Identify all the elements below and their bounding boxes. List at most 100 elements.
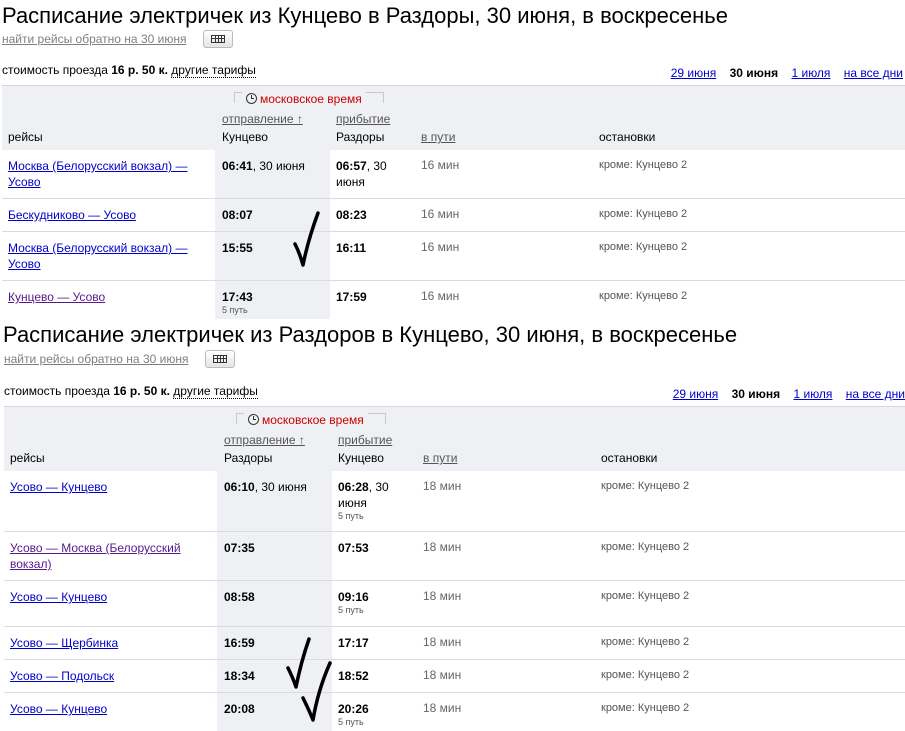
stops-info: кроме: Кунцево 2 <box>599 159 688 171</box>
route-link[interactable]: Кунцево — Усово <box>8 289 213 305</box>
clock-icon <box>246 93 257 104</box>
stops-info: кроме: Кунцево 2 <box>601 541 690 553</box>
table-header: московское время отправление ↑ прибытие … <box>4 406 905 471</box>
fare-label: стоимость проезда <box>4 384 114 398</box>
table-row: Бескудниково — Усово 08:07 08:23 16 мин … <box>2 199 905 232</box>
arrival-cell: 17:59 <box>336 290 367 304</box>
stops-info: кроме: Кунцево 2 <box>601 590 690 602</box>
table-row: Усово — Кунцево 20:08 20:26 5 путь 18 мин… <box>4 693 905 731</box>
platform-label: 5 путь <box>338 511 364 521</box>
departure-station-header: Кунцево <box>222 130 268 144</box>
fare-info: стоимость проезда 16 р. 50 к. другие тар… <box>4 384 258 399</box>
route-link[interactable]: Усово — Щербинка <box>10 635 215 651</box>
arrival-cell: 06:57, 30 июня <box>336 159 387 189</box>
arrival-cell: 06:28, 30 июня 5 путь <box>338 479 418 521</box>
day-navigation: 29 июня 30 июня 1 июля на все дни <box>661 66 903 80</box>
departure-cell: 08:07 <box>222 208 253 222</box>
all-days-link[interactable]: на все дни <box>846 387 905 401</box>
clock-icon <box>248 414 259 425</box>
table-row: Москва (Белорусский вокзал) — Усово 15:5… <box>2 232 905 281</box>
sort-by-arrival[interactable]: прибытие <box>336 112 390 126</box>
return-trips-link[interactable]: найти рейсы обратно на 30 июня <box>2 32 186 46</box>
stops-info: кроме: Кунцево 2 <box>601 702 690 714</box>
route-link[interactable]: Усово — Москва (Белорусский вокзал) <box>10 540 215 572</box>
schedule-table: московское время отправление ↑ прибытие … <box>2 85 905 319</box>
table-row: Кунцево — Усово 17:43 5 путь 17:59 16 мин… <box>2 281 905 319</box>
calendar-button[interactable] <box>205 350 235 368</box>
stops-header: остановки <box>601 451 658 465</box>
return-trips-link[interactable]: найти рейсы обратно на 30 июня <box>4 352 188 366</box>
route-link[interactable]: Москва (Белорусский вокзал) — Усово <box>8 240 213 272</box>
stops-info: кроме: Кунцево 2 <box>599 241 688 253</box>
arrival-station-header: Раздоры <box>336 130 385 144</box>
sort-by-duration[interactable]: в пути <box>423 451 457 465</box>
duration: 18 мин <box>423 635 462 649</box>
stops-info: кроме: Кунцево 2 <box>601 669 690 681</box>
table-row: Усово — Подольск 18:34 18:52 18 мин кром… <box>4 660 905 693</box>
trips-header: рейсы <box>10 451 45 465</box>
route-link[interactable]: Усово — Кунцево <box>10 589 215 605</box>
table-row: Москва (Белорусский вокзал) — Усово 06:4… <box>2 150 905 199</box>
arrival-cell: 20:26 5 путь <box>338 701 418 727</box>
stops-info: кроме: Кунцево 2 <box>599 208 688 220</box>
route-link[interactable]: Усово — Кунцево <box>10 701 215 717</box>
departure-cell: 07:35 <box>224 541 255 555</box>
stops-info: кроме: Кунцево 2 <box>601 636 690 648</box>
table-row: Усово — Кунцево 08:58 09:16 5 путь 18 мин… <box>4 581 905 627</box>
departure-cell: 08:58 <box>224 590 255 604</box>
all-days-link[interactable]: на все дни <box>844 66 903 80</box>
arrival-station-header: Кунцево <box>338 451 384 465</box>
day-prev-link[interactable]: 29 июня <box>671 66 717 80</box>
arrival-cell: 17:17 <box>338 636 369 650</box>
arrival-cell: 07:53 <box>338 541 369 555</box>
arrival-cell: 16:11 <box>336 241 367 255</box>
duration: 18 мин <box>423 668 462 682</box>
departure-cell: 15:55 <box>222 241 253 255</box>
departure-cell: 16:59 <box>224 636 255 650</box>
departure-cell: 06:10, 30 июня <box>224 480 307 494</box>
duration: 18 мин <box>423 701 462 715</box>
trips-header: рейсы <box>8 130 43 144</box>
departure-cell: 20:08 <box>224 702 255 716</box>
arrival-cell: 09:16 5 путь <box>338 589 418 615</box>
platform-label: 5 путь <box>338 717 364 727</box>
calendar-button[interactable] <box>203 30 233 48</box>
platform-label: 5 путь <box>222 305 248 315</box>
day-current: 30 июня <box>729 66 779 80</box>
stops-header: остановки <box>599 130 656 144</box>
fare-value: 16 р. 50 к. <box>113 384 170 398</box>
route-link[interactable]: Бескудниково — Усово <box>8 207 213 223</box>
sort-by-departure[interactable]: отправление ↑ <box>224 433 305 447</box>
day-navigation: 29 июня 30 июня 1 июля на все дни <box>663 387 905 401</box>
other-tariffs-link[interactable]: другие тарифы <box>171 63 256 78</box>
platform-label: 5 путь <box>338 605 364 615</box>
departure-cell: 18:34 <box>224 669 255 683</box>
moscow-time-label: московское время <box>242 92 366 106</box>
route-link[interactable]: Москва (Белорусский вокзал) — Усово <box>8 158 213 190</box>
duration: 16 мин <box>421 207 460 221</box>
day-next-link[interactable]: 1 июля <box>791 66 830 80</box>
sort-by-duration[interactable]: в пути <box>421 130 455 144</box>
fare-value: 16 р. 50 к. <box>111 63 168 77</box>
arrival-cell: 08:23 <box>336 208 367 222</box>
table-header: московское время отправление ↑ прибытие … <box>2 85 905 150</box>
day-prev-link[interactable]: 29 июня <box>673 387 719 401</box>
calendar-icon <box>213 355 227 363</box>
stops-info: кроме: Кунцево 2 <box>601 480 690 492</box>
sort-by-departure[interactable]: отправление ↑ <box>222 112 303 126</box>
departure-station-header: Раздоры <box>224 451 273 465</box>
table-row: Усово — Щербинка 16:59 17:17 18 мин кром… <box>4 627 905 660</box>
day-next-link[interactable]: 1 июля <box>793 387 832 401</box>
route-link[interactable]: Усово — Подольск <box>10 668 215 684</box>
duration: 16 мин <box>421 158 460 172</box>
stops-info: кроме: Кунцево 2 <box>599 290 688 302</box>
other-tariffs-link[interactable]: другие тарифы <box>173 384 258 399</box>
day-current: 30 июня <box>731 387 781 401</box>
duration: 18 мин <box>423 479 462 493</box>
table-row: Усово — Москва (Белорусский вокзал) 07:3… <box>4 532 905 581</box>
sort-by-arrival[interactable]: прибытие <box>338 433 392 447</box>
duration: 18 мин <box>423 540 462 554</box>
route-link[interactable]: Усово — Кунцево <box>10 479 215 495</box>
calendar-icon <box>211 35 225 43</box>
duration: 18 мин <box>423 589 462 603</box>
